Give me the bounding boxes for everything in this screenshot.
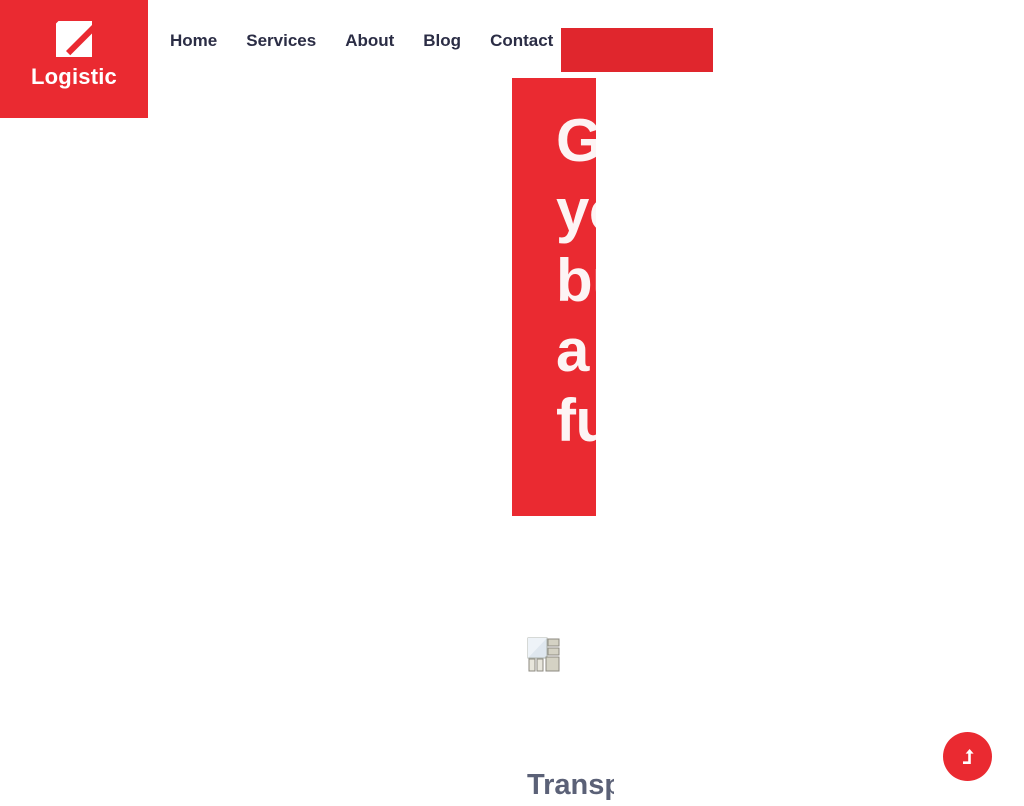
brand-name: Logistic bbox=[31, 64, 117, 89]
nav-item-home[interactable]: Home bbox=[170, 29, 233, 52]
section-title: Transportation bbox=[527, 769, 614, 801]
hero-panel: Get your business a future bbox=[512, 78, 596, 516]
nav-item-blog[interactable]: Blog bbox=[423, 29, 477, 52]
broken-image-icon bbox=[527, 637, 560, 672]
hero-heading: Get your business a future bbox=[556, 107, 596, 454]
header-cta-button[interactable] bbox=[561, 28, 713, 72]
brand-logo-block[interactable]: Logistic bbox=[0, 0, 148, 118]
nav-item-about[interactable]: About bbox=[345, 29, 410, 52]
diagonal-slash-square-logo-icon bbox=[56, 21, 92, 57]
scroll-to-top-button[interactable] bbox=[943, 732, 992, 781]
main-navigation: Home Services About Blog Contact bbox=[170, 29, 569, 52]
nav-item-services[interactable]: Services bbox=[246, 29, 332, 52]
nav-item-contact[interactable]: Contact bbox=[490, 29, 569, 52]
site-header: Logistic Home Services About Blog Contac… bbox=[0, 0, 1024, 118]
arrow-up-icon bbox=[962, 748, 974, 764]
section-title-container: Transportation bbox=[0, 766, 614, 806]
